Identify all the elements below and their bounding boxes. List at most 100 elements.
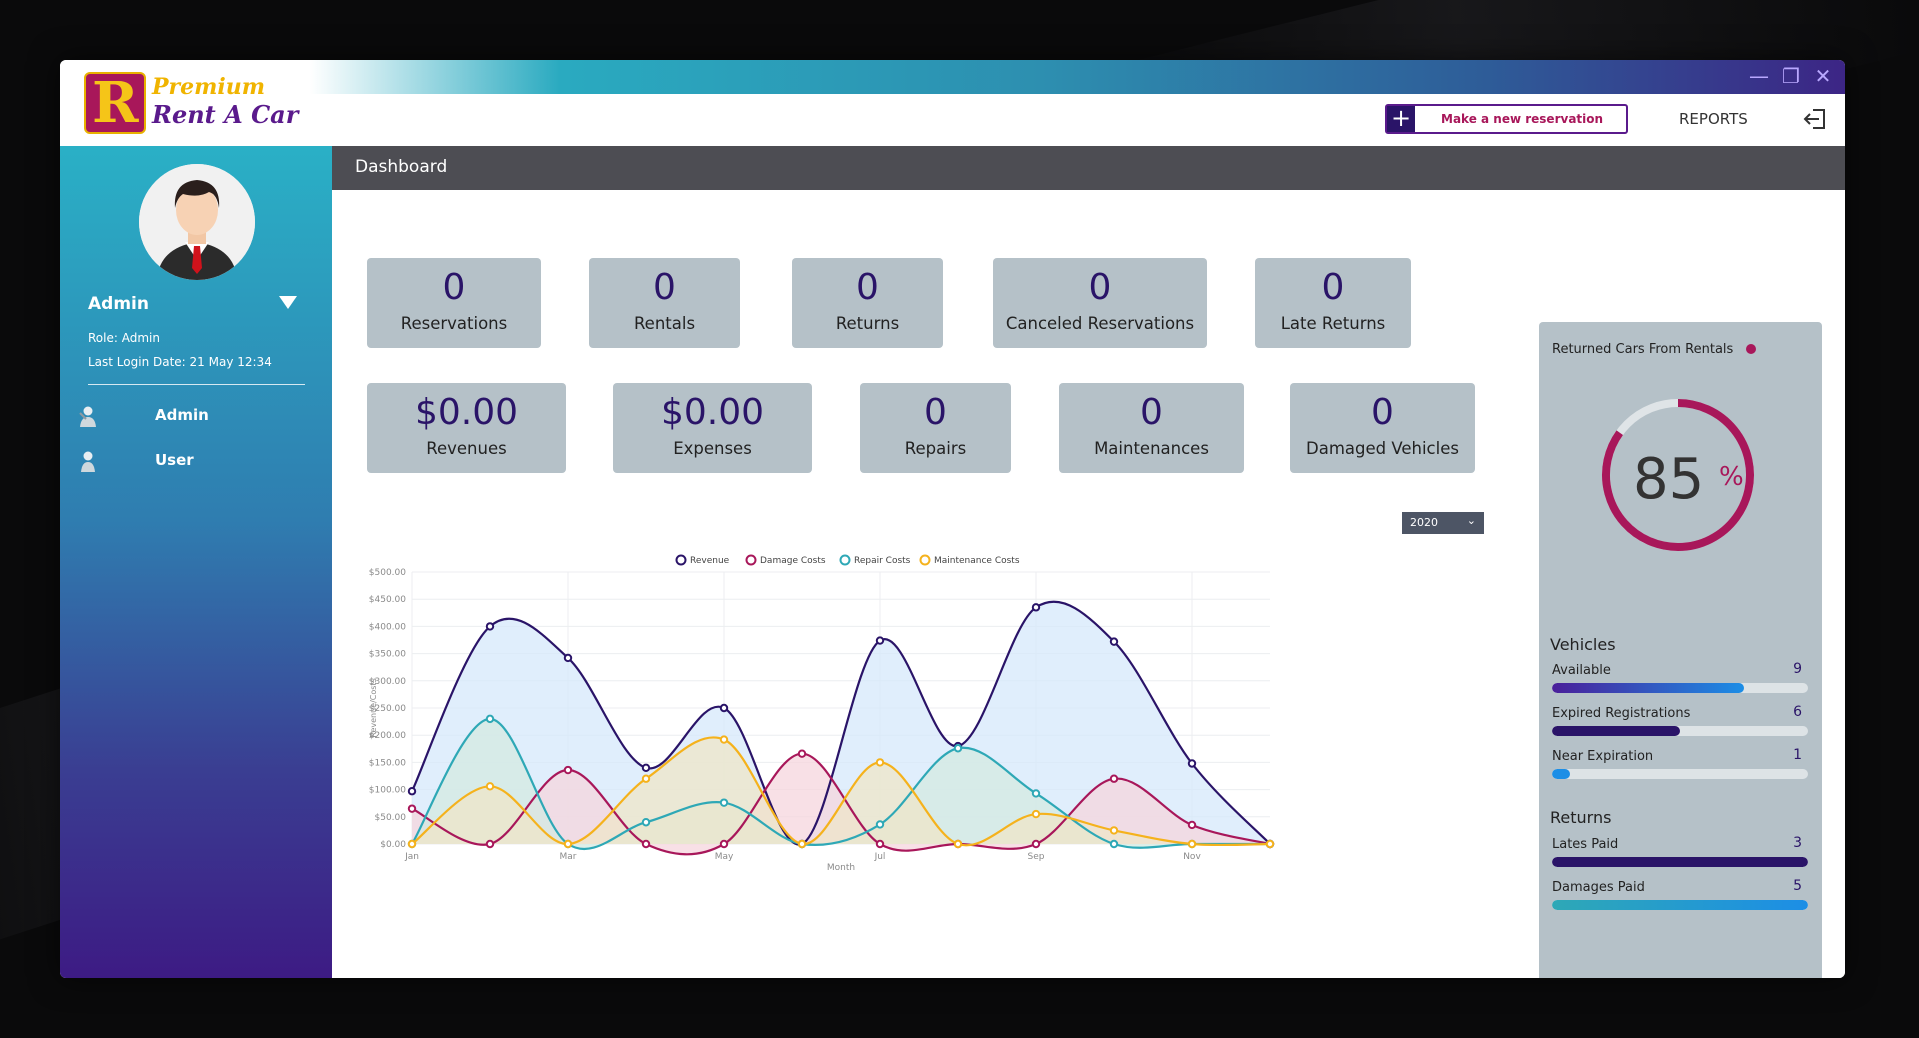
data-point bbox=[485, 714, 495, 724]
legend-label: Revenue bbox=[690, 556, 730, 566]
data-point bbox=[485, 622, 495, 631]
legend-marker bbox=[919, 554, 931, 566]
minimize-button[interactable]: — bbox=[1746, 64, 1772, 88]
data-point bbox=[875, 839, 885, 849]
data-point bbox=[719, 703, 729, 713]
data-point bbox=[1187, 759, 1197, 768]
y-tick-label: $0.00 bbox=[380, 840, 406, 850]
gauge-unit: % bbox=[1719, 462, 1744, 492]
stat-label: Returns bbox=[835, 314, 900, 333]
user-name: Admin bbox=[88, 294, 149, 314]
chevron-down-icon[interactable] bbox=[279, 296, 297, 309]
stat-card-rentals[interactable]: 0 Rentals bbox=[589, 258, 740, 348]
logout-icon[interactable] bbox=[1800, 104, 1830, 134]
data-point bbox=[1031, 603, 1041, 612]
panel-title: Returned Cars From Rentals bbox=[1552, 342, 1734, 357]
stat-card-damaged-vehicles[interactable]: 0 Damaged Vehicles bbox=[1290, 383, 1475, 473]
x-tick-label: Mar bbox=[560, 852, 577, 862]
y-tick-label: $400.00 bbox=[369, 622, 406, 632]
year-select-value: 2020 bbox=[1410, 516, 1438, 529]
y-tick-label: $50.00 bbox=[375, 813, 407, 823]
sidebar-item-admin[interactable]: Admin bbox=[72, 400, 312, 432]
progress-value: 3 bbox=[1793, 835, 1802, 851]
stat-value: 0 bbox=[1088, 267, 1112, 308]
stat-card-expenses[interactable]: $0.00 Expenses bbox=[613, 383, 812, 473]
data-point bbox=[563, 765, 573, 775]
stat-value: 0 bbox=[924, 392, 947, 433]
data-point bbox=[1187, 839, 1197, 849]
progress-row-expired-registrations: Expired Registrations 6 bbox=[1552, 704, 1808, 746]
stat-card-revenues[interactable]: $0.00 Revenues bbox=[367, 383, 566, 473]
stat-value: 0 bbox=[856, 267, 879, 308]
data-point bbox=[641, 774, 651, 783]
user-role: Role: Admin bbox=[88, 331, 160, 345]
stat-card-canceled-reservations[interactable]: 0 Canceled Reservations bbox=[993, 258, 1207, 348]
progress-track bbox=[1552, 683, 1808, 693]
data-point bbox=[719, 735, 729, 744]
progress-label: Damages Paid bbox=[1552, 880, 1645, 895]
data-point bbox=[407, 804, 417, 813]
progress-label: Lates Paid bbox=[1552, 837, 1619, 852]
legend-label: Maintenance Costs bbox=[934, 556, 1020, 566]
maximize-button[interactable]: ❐ bbox=[1778, 64, 1804, 88]
stat-card-maintenances[interactable]: 0 Maintenances bbox=[1059, 383, 1244, 473]
stat-label: Damaged Vehicles bbox=[1306, 439, 1459, 458]
page-title: Dashboard bbox=[355, 157, 448, 177]
progress-fill bbox=[1552, 900, 1808, 910]
stat-card-repairs[interactable]: 0 Repairs bbox=[860, 383, 1011, 473]
progress-row-near-expiration: Near Expiration 1 bbox=[1552, 747, 1808, 789]
progress-value: 6 bbox=[1793, 704, 1802, 720]
stat-label: Repairs bbox=[904, 439, 967, 458]
title-bar: — ❐ ✕ bbox=[60, 60, 1845, 94]
data-point bbox=[1109, 826, 1119, 835]
data-point bbox=[1109, 839, 1119, 849]
stat-label: Maintenances bbox=[1094, 439, 1209, 458]
data-point bbox=[719, 839, 729, 849]
stat-card-late-returns[interactable]: 0 Late Returns bbox=[1255, 258, 1411, 348]
progress-value: 9 bbox=[1793, 661, 1802, 677]
data-point bbox=[407, 787, 417, 796]
stat-value: $0.00 bbox=[660, 392, 765, 433]
stat-card-reservations[interactable]: 0 Reservations bbox=[367, 258, 541, 348]
app-window: — ❐ ✕ R Premium Rent A Car + Make a new … bbox=[60, 60, 1845, 978]
admin-user-icon bbox=[78, 405, 98, 427]
data-point bbox=[563, 839, 573, 849]
data-point bbox=[797, 749, 807, 758]
stat-label: Reservations bbox=[400, 314, 508, 333]
legend-marker bbox=[839, 554, 851, 566]
stat-card-returns[interactable]: 0 Returns bbox=[792, 258, 943, 348]
progress-label: Near Expiration bbox=[1552, 749, 1654, 764]
progress-row-lates-paid: Lates Paid 3 bbox=[1552, 835, 1808, 877]
legend-label: Repair Costs bbox=[854, 556, 911, 566]
y-tick-label: $150.00 bbox=[369, 758, 406, 768]
data-point bbox=[407, 839, 417, 849]
year-select[interactable]: 2020 ⌄ bbox=[1402, 512, 1484, 534]
reports-link[interactable]: REPORTS bbox=[1679, 110, 1748, 128]
logo-text-rentacar: Rent A Car bbox=[152, 100, 299, 129]
chevron-down-icon: ⌄ bbox=[1466, 514, 1476, 527]
data-point bbox=[485, 782, 495, 791]
plus-icon: + bbox=[1387, 106, 1415, 132]
stat-label: Late Returns bbox=[1280, 314, 1386, 333]
close-button[interactable]: ✕ bbox=[1810, 64, 1836, 88]
make-new-reservation-button[interactable]: + Make a new reservation bbox=[1385, 104, 1628, 134]
y-tick-label: $450.00 bbox=[369, 595, 406, 605]
progress-track bbox=[1552, 857, 1808, 867]
revenue-costs-chart: $0.00$50.00$100.00$150.00$200.00$250.00$… bbox=[369, 554, 1275, 873]
progress-label: Available bbox=[1552, 663, 1611, 678]
progress-row-available: Available 9 bbox=[1552, 661, 1808, 703]
stat-label: Expenses bbox=[673, 439, 752, 458]
progress-track bbox=[1552, 900, 1808, 910]
avatar bbox=[139, 164, 255, 280]
returns-title: Returns bbox=[1550, 808, 1612, 827]
data-point bbox=[1265, 839, 1275, 849]
data-point bbox=[719, 798, 729, 807]
progress-fill bbox=[1552, 683, 1744, 693]
logo-text-premium: Premium bbox=[152, 74, 266, 100]
progress-label: Expired Registrations bbox=[1552, 706, 1691, 721]
y-axis-title: Revenue/Costs bbox=[369, 678, 378, 738]
sidebar-item-user[interactable]: User bbox=[72, 445, 312, 477]
stat-label: Revenues bbox=[426, 439, 507, 458]
vehicles-title: Vehicles bbox=[1550, 635, 1616, 654]
status-dot bbox=[1746, 344, 1756, 354]
